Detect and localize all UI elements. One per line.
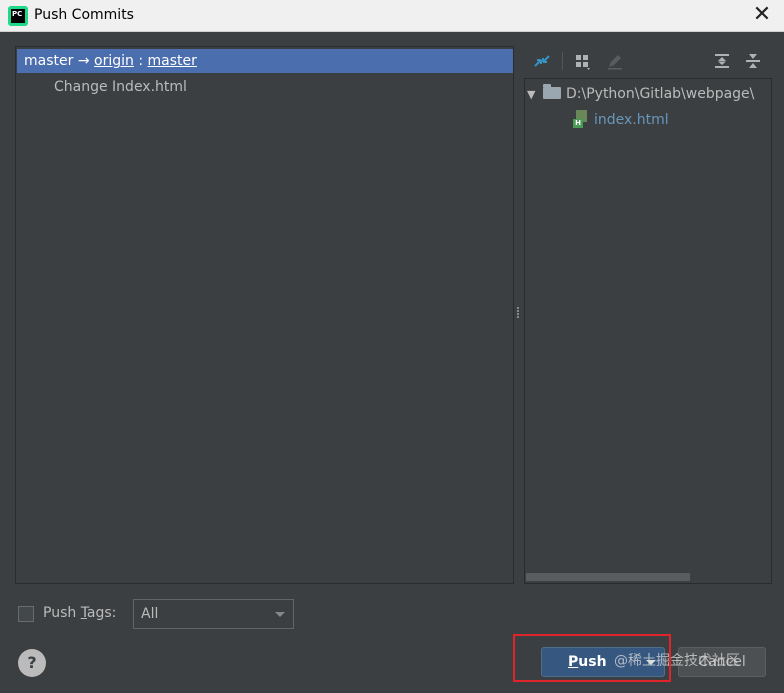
close-icon[interactable]: ✕ — [750, 3, 774, 27]
changes-toolbar — [524, 46, 772, 76]
local-branch: master — [24, 53, 74, 69]
tags-select-value: All — [141, 606, 159, 622]
commit-row[interactable]: Change Index.html — [54, 77, 187, 97]
collapse-all-icon[interactable] — [743, 51, 763, 71]
expand-arrows-icon[interactable] — [532, 51, 552, 71]
splitter-handle[interactable] — [516, 306, 520, 322]
watermark: @稀土掘金技术社区 — [614, 653, 740, 669]
window-title: Push Commits — [34, 7, 134, 23]
folder-icon — [543, 84, 561, 99]
branch-separator: : — [138, 53, 144, 69]
push-tags-label: Push Tags: — [43, 605, 117, 621]
branch-row[interactable]: master → origin : master — [17, 49, 513, 73]
tree-file-node[interactable]: Hindex.html — [573, 109, 669, 131]
edit-icon[interactable] — [605, 51, 625, 71]
title-bar: PC Push Commits ✕ — [0, 0, 784, 32]
pycharm-icon: PC — [8, 6, 28, 26]
remote-branch-link[interactable]: master — [148, 53, 197, 69]
chevron-down-icon — [275, 612, 285, 617]
root-path: D:\Python\Gitlab\webpage\ — [566, 86, 755, 102]
arrow-icon: → — [77, 53, 90, 69]
commits-panel: master → origin : master Change Index.ht… — [15, 46, 514, 584]
horizontal-scrollbar[interactable] — [526, 573, 690, 581]
group-by-icon[interactable] — [573, 51, 593, 71]
tree-root-node[interactable]: ▼ D:\Python\Gitlab\webpage\ — [527, 83, 754, 105]
remote-link[interactable]: origin — [94, 53, 134, 69]
push-tags-checkbox[interactable] — [18, 606, 34, 622]
file-name: index.html — [594, 112, 669, 128]
expand-caret-icon[interactable]: ▼ — [527, 84, 543, 106]
help-button[interactable]: ? — [18, 649, 46, 677]
html-file-icon: H — [573, 110, 589, 128]
expand-all-icon[interactable] — [712, 51, 732, 71]
tags-select[interactable]: All — [133, 599, 294, 629]
changes-tree: ▼ D:\Python\Gitlab\webpage\ Hindex.html — [524, 78, 772, 584]
